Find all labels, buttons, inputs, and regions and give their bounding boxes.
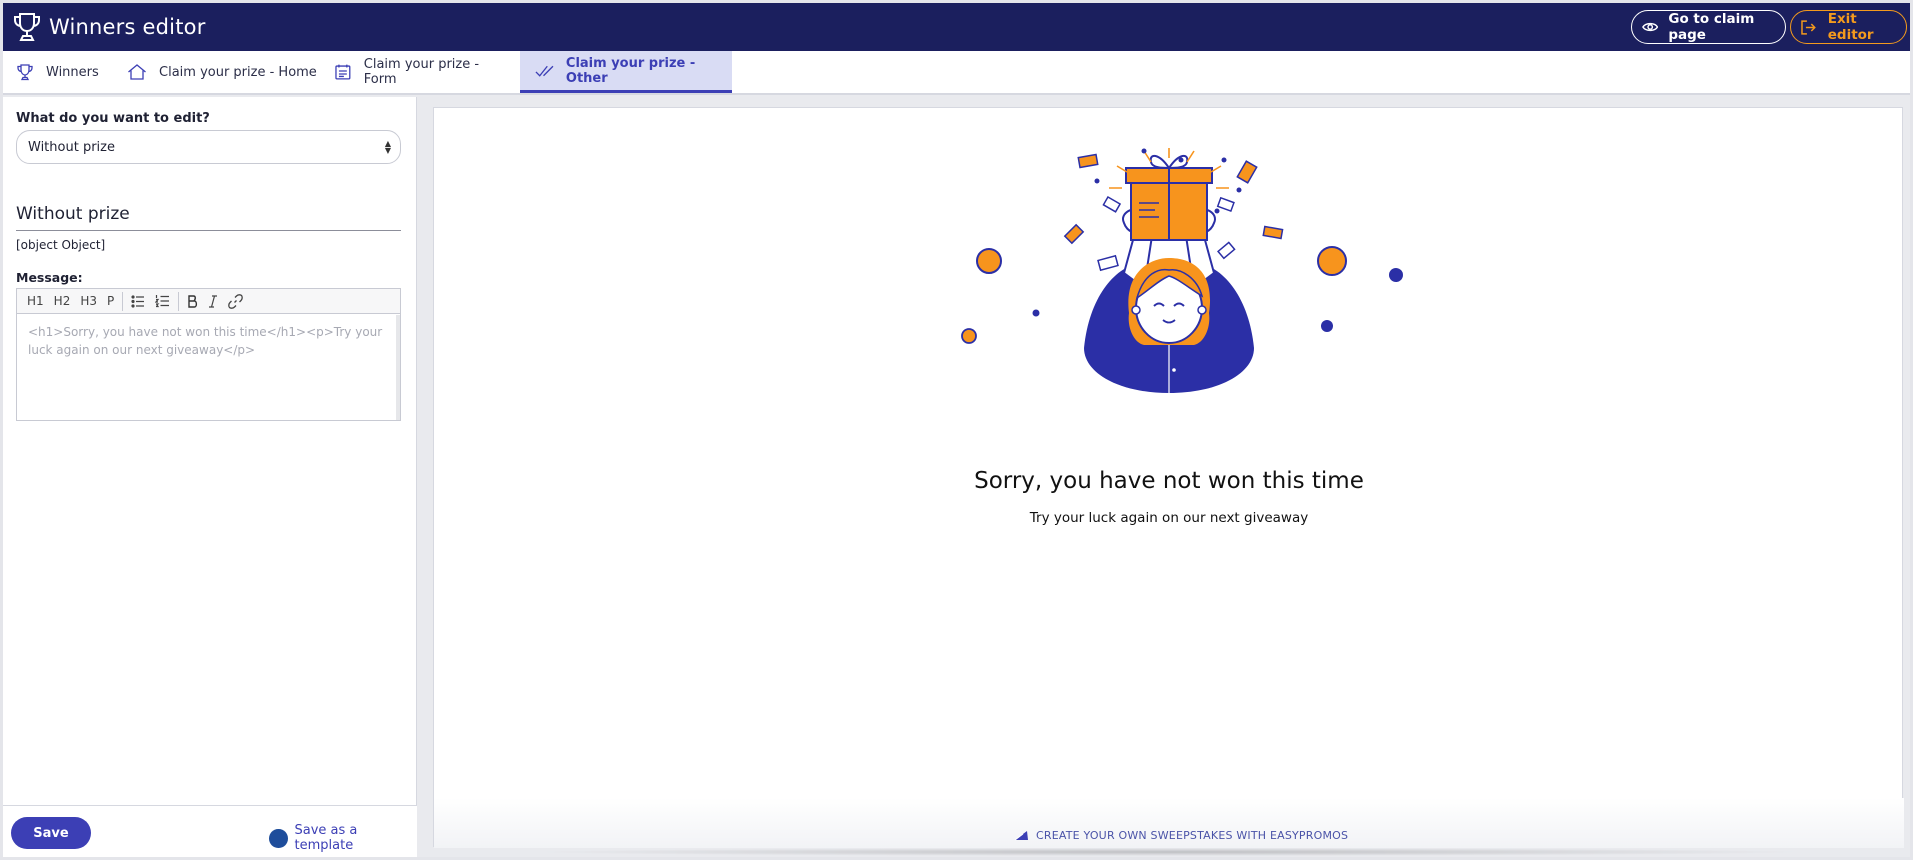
check-icon	[535, 65, 554, 77]
go-to-claim-page-label: Go to claim page	[1668, 11, 1755, 43]
h1-button[interactable]: H1	[22, 289, 49, 314]
editor-toolbar: H1 H2 H3 P	[17, 289, 400, 314]
message-textarea[interactable]: <h1>Sorry, you have not won this time</h…	[17, 315, 397, 420]
link-button[interactable]	[223, 289, 248, 314]
tab-winners[interactable]: Winners	[16, 51, 116, 93]
template-icon	[269, 828, 288, 848]
form-icon	[335, 64, 351, 80]
tab-winners-label: Winners	[46, 64, 99, 80]
section-title: Without prize	[16, 204, 401, 231]
easypromos-logo-icon	[1014, 831, 1028, 841]
tab-claim-other[interactable]: Claim your prize - Other	[520, 51, 732, 93]
message-editor: H1 H2 H3 P <h1>Sorry, you have not won t…	[16, 288, 401, 421]
message-label: Message:	[16, 270, 83, 285]
exit-editor-button[interactable]: Exit editor	[1790, 10, 1907, 44]
edit-target-select[interactable]: Without prize ▲ ▼	[16, 130, 401, 164]
paragraph-button[interactable]: P	[102, 289, 119, 314]
exit-icon	[1801, 19, 1816, 35]
panel-footer: Save Save as a template	[3, 805, 417, 857]
toolbar-divider	[122, 291, 124, 311]
preview-title: Sorry, you have not won this time	[974, 468, 1364, 494]
app-frame: Winners editor Go to claim page Exit edi…	[3, 3, 1910, 857]
easypromos-link-label: CREATE YOUR OWN SWEEPSTAKES WITH EASYPRO…	[1036, 829, 1349, 842]
home-icon	[128, 64, 146, 80]
save-as-template-label: Save as a template	[294, 823, 358, 853]
page-title: Winners editor	[49, 15, 206, 39]
bullet-list-icon	[131, 294, 145, 308]
gift-girl-illustration	[961, 148, 1403, 393]
bullet-list-button[interactable]	[126, 289, 150, 314]
preview-subtitle: Try your luck again on our next giveaway	[1029, 510, 1309, 526]
go-to-claim-page-button[interactable]: Go to claim page	[1631, 10, 1786, 44]
toolbar-divider	[178, 291, 180, 311]
h3-button[interactable]: H3	[75, 289, 102, 314]
tab-claim-home[interactable]: Claim your prize - Home	[127, 51, 317, 93]
tab-claim-form-label: Claim your prize - Form	[363, 57, 480, 87]
preview-shadow	[529, 848, 1809, 856]
object-text: [object Object]	[16, 238, 106, 252]
edit-target-select-value: Without prize	[28, 139, 115, 155]
bold-button[interactable]	[182, 289, 203, 314]
italic-icon	[209, 294, 218, 308]
h2-button[interactable]: H2	[49, 289, 76, 314]
tab-claim-other-label: Claim your prize - Other	[565, 55, 696, 86]
editor-scrollbar[interactable]	[396, 315, 400, 420]
edit-panel: What do you want to edit? Without prize …	[3, 97, 417, 857]
save-button[interactable]: Save	[11, 817, 91, 849]
top-bar: Winners editor Go to claim page Exit edi…	[3, 3, 1910, 51]
easypromos-link[interactable]: CREATE YOUR OWN SWEEPSTAKES WITH EASYPRO…	[1014, 829, 1348, 842]
tab-claim-home-label: Claim your prize - Home	[159, 64, 317, 80]
ordered-list-icon	[155, 295, 170, 308]
trophy-icon	[17, 64, 33, 81]
save-as-template-button[interactable]: Save as a template	[269, 823, 417, 853]
tab-claim-form[interactable]: Claim your prize - Form	[334, 51, 514, 93]
bold-icon	[188, 294, 198, 308]
link-icon	[228, 293, 244, 309]
select-arrows-icon: ▲ ▼	[384, 139, 391, 155]
trophy-icon	[14, 13, 40, 41]
edit-select-label: What do you want to edit?	[16, 111, 210, 126]
preview-pane: Sorry, you have not won this time Try yo…	[433, 107, 1904, 856]
italic-button[interactable]	[203, 289, 223, 314]
exit-editor-label: Exit editor	[1827, 11, 1874, 43]
ordered-list-button[interactable]	[150, 289, 175, 314]
tab-bar: Winners Claim your prize - Home Claim yo…	[3, 51, 1910, 95]
eye-icon	[1642, 22, 1659, 32]
